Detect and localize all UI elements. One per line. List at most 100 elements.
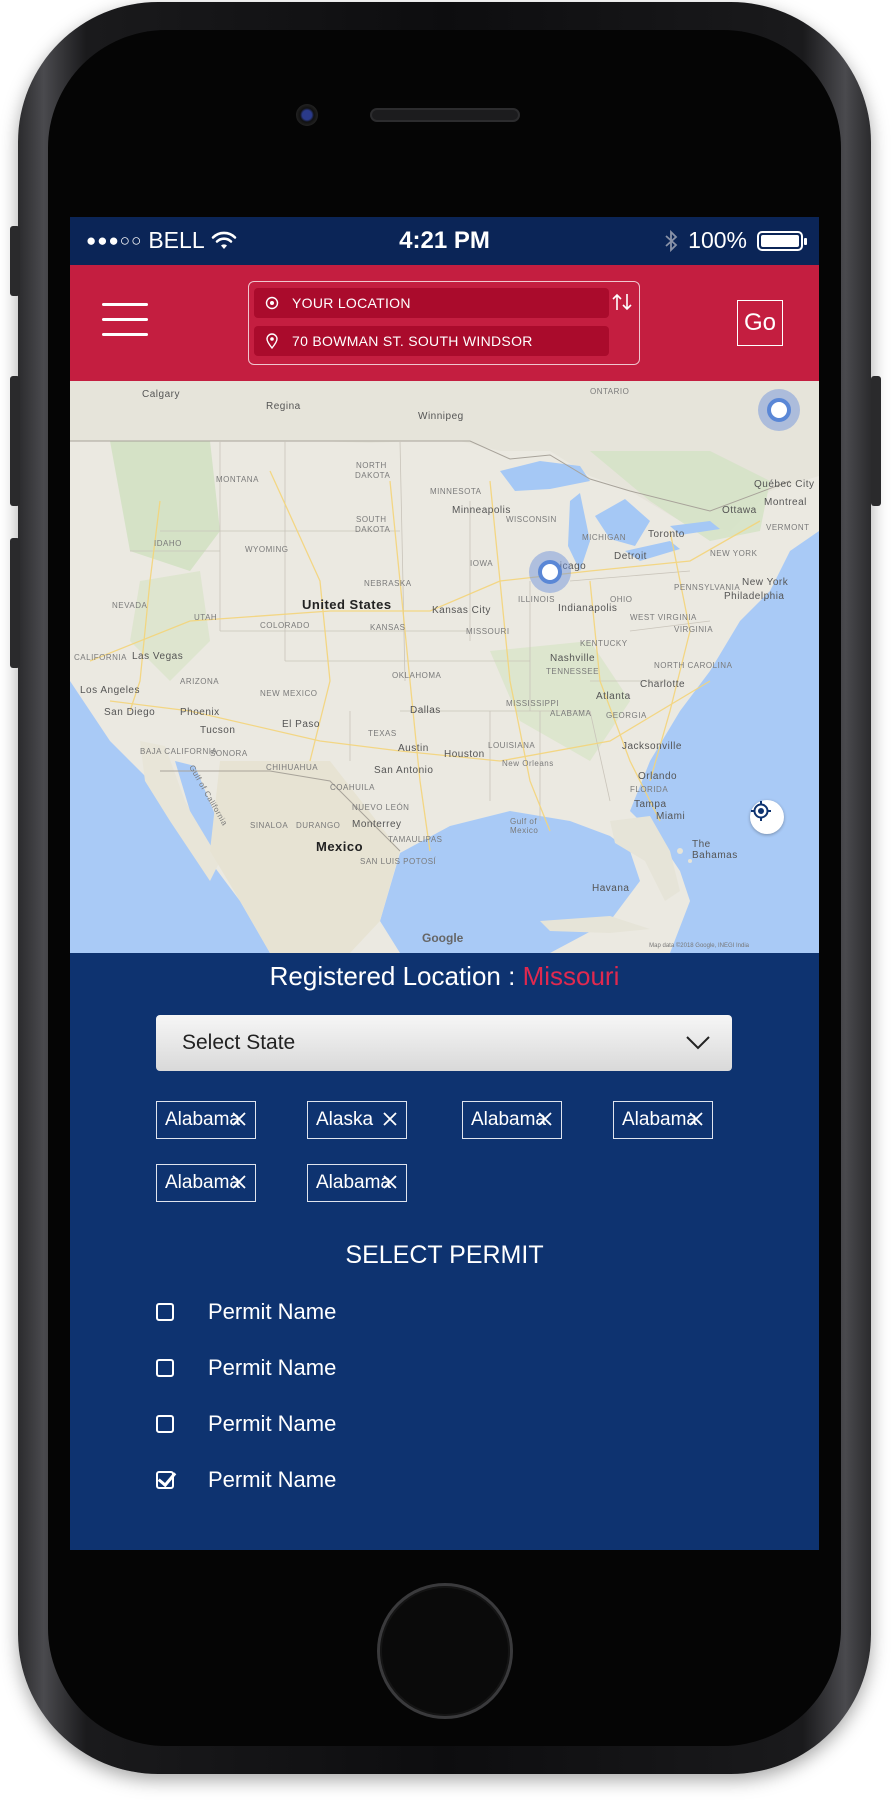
map-marker-secondary[interactable]	[758, 389, 800, 431]
map-label-kentucky: KENTUCKY	[580, 639, 628, 648]
power-button	[871, 376, 881, 506]
map-label-jacksonville: Jacksonville	[622, 741, 682, 752]
close-icon[interactable]	[687, 1110, 705, 1128]
map-label-regina: Regina	[266, 401, 301, 412]
map-label-ottawa: Ottawa	[722, 505, 757, 516]
map-label-san-antonio: San Antonio	[374, 765, 434, 776]
state-tag-label: Alabama	[165, 1172, 240, 1193]
state-tag: Alabama	[613, 1101, 713, 1139]
map-label-tennessee: TENNESSEE	[546, 667, 599, 676]
map-label-idaho: IDAHO	[154, 539, 182, 548]
map-label-florida: FLORIDA	[630, 785, 669, 794]
permit-option[interactable]: Permit Name	[156, 1411, 336, 1437]
to-location-label: 70 BOWMAN ST. SOUTH WINDSOR	[292, 333, 533, 349]
map-label-austin: Austin	[398, 743, 429, 754]
close-icon[interactable]	[536, 1110, 554, 1128]
map-label-indianapolis: Indianapolis	[558, 603, 618, 614]
state-tag-label: Alaska	[316, 1109, 374, 1130]
map-label-wyoming: WYOMING	[245, 545, 289, 554]
map-label-durango: DURANGO	[296, 821, 341, 830]
map-label-north-carolina: NORTH CAROLINA	[654, 661, 733, 670]
volume-down-button	[10, 538, 20, 668]
permit-checkbox[interactable]	[156, 1415, 174, 1433]
map-label-miami: Miami	[656, 811, 686, 822]
map-label-louisiana: LOUISIANA	[488, 741, 536, 750]
map-label-el-paso: El Paso	[282, 719, 320, 730]
map-label-phoenix: Phoenix	[180, 707, 220, 718]
close-icon[interactable]	[381, 1110, 399, 1128]
map-label-west-virginia: WEST VIRGINIA	[630, 613, 697, 622]
map-label-tucson: Tucson	[200, 725, 236, 736]
map-label-arizona: ARIZONA	[180, 677, 220, 686]
state-tag-label: Alabama	[622, 1109, 697, 1130]
select-state-label: Select State	[182, 1031, 296, 1054]
map-label-north-dakota-2: DAKOTA	[355, 471, 391, 480]
select-state-dropdown[interactable]: Select State	[156, 1015, 732, 1071]
map-label-south-dakota-1: SOUTH	[356, 515, 387, 524]
permit-checkbox-checked[interactable]	[156, 1471, 174, 1489]
front-camera	[296, 104, 318, 126]
map-label-nevada: NEVADA	[112, 601, 148, 610]
map-label-chihuahua: CHIHUAHUA	[266, 763, 319, 772]
map-label-toronto: Toronto	[648, 529, 685, 540]
volume-up-button	[10, 376, 20, 506]
permit-checkbox[interactable]	[156, 1303, 174, 1321]
permit-option[interactable]: Permit Name	[156, 1467, 336, 1493]
registered-location: Registered Location : Missouri	[70, 961, 819, 992]
map-label-illinois: ILLINOIS	[518, 595, 555, 604]
map-label-mississippi: MISSISSIPPI	[506, 699, 560, 708]
my-location-button[interactable]	[750, 800, 784, 834]
close-icon[interactable]	[230, 1110, 248, 1128]
map-label-alabama: ALABAMA	[550, 709, 592, 718]
map-label-monterrey: Monterrey	[352, 819, 402, 830]
battery-percent: 100%	[688, 227, 747, 253]
app-header: YOUR LOCATION 70 BOWMAN ST. SOUTH WINDSO…	[70, 265, 819, 381]
close-icon[interactable]	[381, 1173, 399, 1191]
permit-label: Permit Name	[208, 1355, 337, 1380]
permit-label: Permit Name	[208, 1411, 337, 1436]
map-label-kansas: KANSAS	[370, 623, 406, 632]
registered-label: Registered Location :	[269, 961, 523, 991]
map-label-charlotte: Charlotte	[640, 679, 686, 690]
crosshair-icon	[751, 801, 771, 821]
map-label-detroit: Detroit	[614, 551, 647, 562]
map-label-san-diego: San Diego	[104, 707, 156, 718]
map-label-quebec: Québec City	[754, 479, 815, 490]
map-label-orlando: Orlando	[638, 771, 678, 782]
home-button[interactable]	[377, 1583, 513, 1719]
map-label-dallas: Dallas	[410, 705, 441, 716]
close-icon[interactable]	[230, 1173, 248, 1191]
map-label-virginia: VIRGINIA	[674, 625, 714, 634]
map-label-tampa: Tampa	[634, 799, 667, 810]
map-label-united-states: United States	[302, 597, 392, 612]
battery-icon	[757, 230, 807, 251]
map-label-baja-california: BAJA CALIFORNIA	[140, 747, 218, 756]
map-label-montana: MONTANA	[216, 475, 259, 484]
from-location-field[interactable]: YOUR LOCATION	[254, 288, 609, 318]
status-bar: ●●●○○ BELL 4:21 PM 100%	[70, 217, 819, 265]
target-icon	[264, 295, 280, 311]
permit-checkbox[interactable]	[156, 1359, 174, 1377]
map-label-havana: Havana	[592, 883, 630, 894]
permit-option[interactable]: Permit Name	[156, 1299, 336, 1325]
map-label-the-bahamas: The Bahamas	[692, 839, 738, 861]
map-label-michigan: MICHIGAN	[582, 533, 626, 542]
select-permit-title: SELECT PERMIT	[345, 1241, 544, 1269]
permit-option[interactable]: Permit Name	[156, 1355, 336, 1381]
swap-arrows-icon[interactable]	[611, 292, 633, 318]
bluetooth-icon	[665, 229, 678, 252]
map-label-calgary: Calgary	[142, 389, 180, 400]
map-label-new-mexico: NEW MEXICO	[260, 689, 318, 698]
map-view[interactable]: Calgary Regina Winnipeg ONTARIO MONTANA …	[70, 381, 819, 953]
from-location-label: YOUR LOCATION	[292, 295, 411, 311]
map-marker-current[interactable]	[529, 551, 571, 593]
chevron-down-icon	[686, 1036, 710, 1050]
map-label-texas: TEXAS	[368, 729, 397, 738]
menu-icon[interactable]	[102, 303, 148, 339]
to-location-field[interactable]: 70 BOWMAN ST. SOUTH WINDSOR	[254, 326, 609, 356]
go-button[interactable]: Go	[737, 300, 783, 346]
state-tag: Alabama	[462, 1101, 562, 1139]
map-label-south-dakota-2: DAKOTA	[355, 525, 391, 534]
location-pin-icon	[264, 333, 280, 349]
map-label-new-york: NEW YORK	[710, 549, 758, 558]
